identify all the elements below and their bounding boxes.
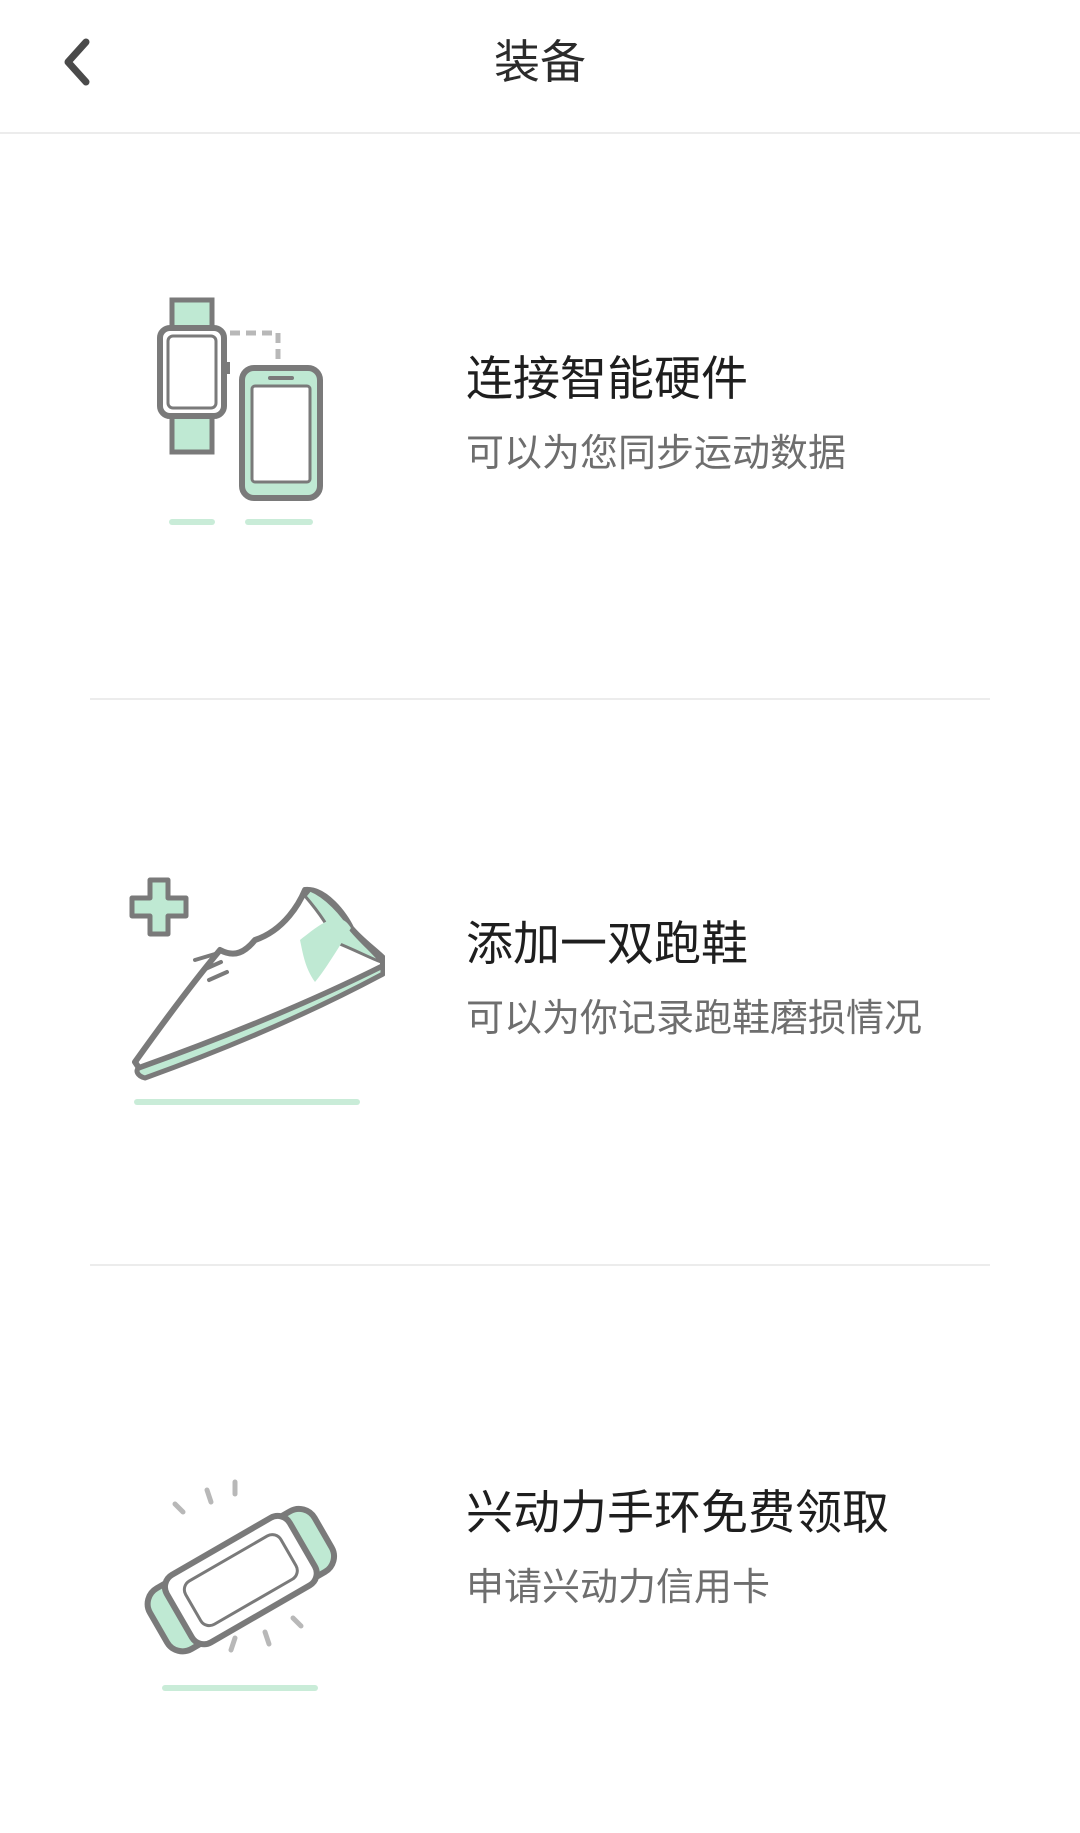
equipment-page: 装备 连接智能硬件 可以为您同步运动数据 添加一双跑鞋 可以为你记录跑鞋磨损情况… [0, 0, 1080, 1833]
item-subtitle: 申请兴动力信用卡 [466, 1565, 771, 1609]
item-subtitle: 可以为你记录跑鞋磨损情况 [466, 996, 923, 1040]
item-subtitle: 可以为您同步运动数据 [466, 431, 847, 475]
top-bar: 装备 [0, 0, 1080, 134]
divider [90, 698, 990, 700]
add-shoe-item[interactable]: 添加一双跑鞋 可以为你记录跑鞋磨损情况 [0, 800, 1080, 1105]
divider [90, 1264, 990, 1266]
page-title: 装备 [494, 35, 586, 89]
connect-hardware-item[interactable]: 连接智能硬件 可以为您同步运动数据 [0, 240, 1080, 540]
fitness-band-icon [125, 1460, 385, 1720]
item-title: 兴动力手环免费领取 [466, 1486, 889, 1541]
running-shoe-icon [125, 870, 386, 1130]
item-title: 连接智能硬件 [466, 352, 748, 407]
item-title: 添加一双跑鞋 [466, 917, 748, 972]
watch-phone-icon [120, 290, 380, 550]
free-band-item[interactable]: 兴动力手环免费领取 申请兴动力信用卡 [0, 1360, 1080, 1691]
